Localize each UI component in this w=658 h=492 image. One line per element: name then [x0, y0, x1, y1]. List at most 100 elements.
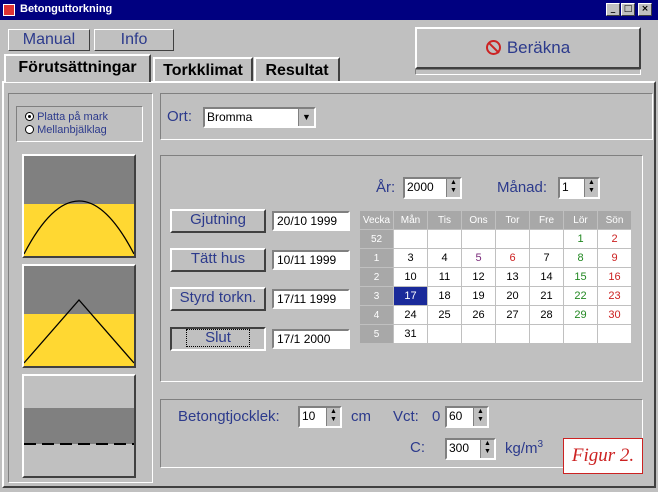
- vct-spin-icon[interactable]: ▲ ▼: [473, 408, 487, 426]
- vct-prefix: 0: [432, 408, 441, 425]
- calendar-day[interactable]: 11: [427, 267, 462, 287]
- moisture-profile-zigzag[interactable]: [22, 264, 136, 368]
- styrd-torkning-date[interactable]: 17/11 1999: [272, 289, 350, 309]
- calendar-day[interactable]: 21: [529, 286, 564, 306]
- calendar-day[interactable]: 1: [563, 229, 598, 249]
- radio-selected-icon: [25, 112, 34, 121]
- moisture-profile-arc[interactable]: [22, 154, 136, 258]
- vct-spinner[interactable]: 60 ▲ ▼: [445, 406, 489, 428]
- week-number: 4: [359, 305, 394, 325]
- thickness-spinner[interactable]: 10 ▲ ▼: [298, 406, 342, 428]
- year-spinner[interactable]: 2000 ▲ ▼: [403, 177, 462, 199]
- calendar-day[interactable]: 19: [461, 286, 496, 306]
- calendar-week-row: 4 24 25 26 27 28 29 30: [359, 305, 632, 325]
- month-label: Månad:: [497, 179, 548, 196]
- tab-resultat[interactable]: Resultat: [254, 57, 340, 83]
- calendar-day[interactable]: 28: [529, 305, 564, 325]
- month-spin-icon[interactable]: ▲ ▼: [584, 179, 598, 197]
- week-number: 1: [359, 248, 394, 268]
- calendar-day[interactable]: 2: [597, 229, 632, 249]
- location-label: Ort:: [167, 108, 192, 125]
- calendar-day[interactable]: 18: [427, 286, 462, 306]
- month-spinner[interactable]: 1 ▲ ▼: [558, 177, 600, 199]
- year-value: 2000: [407, 180, 434, 194]
- c-label: C:: [410, 439, 425, 456]
- c-unit-text: kg/m: [505, 440, 538, 457]
- calendar-day[interactable]: 25: [427, 305, 462, 325]
- location-select[interactable]: Bromma ▼: [203, 107, 316, 128]
- calendar-day[interactable]: 17: [393, 286, 428, 306]
- tab-torkklimat[interactable]: Torkklimat: [153, 57, 253, 83]
- moisture-profile-flat[interactable]: [22, 374, 136, 478]
- vct-label: Vct:: [393, 408, 419, 425]
- calendar-header-cell: Vecka: [359, 210, 394, 230]
- info-button[interactable]: Info: [94, 29, 174, 51]
- floor-option-mellan[interactable]: Mellanbjälklag: [25, 124, 107, 136]
- calendar-day: [529, 229, 564, 249]
- calendar-day[interactable]: 9: [597, 248, 632, 268]
- calendar-week-row: 2 10 11 12 13 14 15 16: [359, 267, 632, 287]
- c-spin-icon[interactable]: ▲ ▼: [480, 440, 494, 458]
- calendar-header-cell: Sön: [597, 210, 632, 230]
- floor-type-group: Platta på mark Mellanbjälklag: [16, 106, 143, 142]
- manual-button[interactable]: Manual: [8, 29, 90, 51]
- floor-option-platta-label: Platta på mark: [37, 111, 108, 123]
- calendar-day[interactable]: 14: [529, 267, 564, 287]
- thickness-value: 10: [302, 409, 316, 423]
- progress-bar: [415, 69, 641, 75]
- calendar-day[interactable]: 31: [393, 324, 428, 344]
- title-bar: Betonguttorkning _ □ ×: [0, 0, 658, 20]
- calendar-day[interactable]: 24: [393, 305, 428, 325]
- floor-option-platta[interactable]: Platta på mark: [25, 111, 108, 123]
- calendar-day[interactable]: 16: [597, 267, 632, 287]
- calendar-day[interactable]: 10: [393, 267, 428, 287]
- calendar-day[interactable]: 12: [461, 267, 496, 287]
- tatt-hus-button[interactable]: Tätt hus: [170, 248, 266, 272]
- berakna-button[interactable]: Beräkna: [415, 27, 641, 69]
- calendar-day[interactable]: 23: [597, 286, 632, 306]
- c-spinner[interactable]: 300 ▲ ▼: [445, 438, 496, 460]
- week-number: 52: [359, 229, 394, 249]
- calendar-day[interactable]: 29: [563, 305, 598, 325]
- styrd-torkning-button[interactable]: Styrd torkn.: [170, 287, 266, 311]
- calendar-day[interactable]: 26: [461, 305, 496, 325]
- dropdown-arrow-icon[interactable]: ▼: [298, 109, 314, 126]
- year-spin-icon[interactable]: ▲ ▼: [446, 179, 460, 197]
- gjutning-date[interactable]: 20/10 1999: [272, 211, 350, 231]
- slut-date[interactable]: 17/1 2000: [272, 329, 350, 349]
- tatt-hus-date[interactable]: 10/11 1999: [272, 250, 350, 270]
- calendar: Vecka Mån Tis Ons Tor Fre Lör Sön 52 1 2 1 3 4 5 6 7 8 9 2…: [359, 210, 632, 344]
- year-label: År:: [376, 179, 396, 196]
- calendar-day[interactable]: 7: [529, 248, 564, 268]
- slut-button[interactable]: Slut: [170, 327, 266, 351]
- calendar-day[interactable]: 30: [597, 305, 632, 325]
- calendar-day[interactable]: 22: [563, 286, 598, 306]
- close-button[interactable]: ×: [638, 3, 652, 16]
- calendar-day[interactable]: 13: [495, 267, 530, 287]
- calendar-day[interactable]: 15: [563, 267, 598, 287]
- tab-forutsattningar[interactable]: Förutsättningar: [4, 54, 151, 82]
- calendar-day: [597, 324, 632, 344]
- calendar-day[interactable]: 8: [563, 248, 598, 268]
- calendar-day: [461, 324, 496, 344]
- calendar-day[interactable]: 20: [495, 286, 530, 306]
- calendar-header-cell: Tor: [495, 210, 530, 230]
- calendar-day[interactable]: 3: [393, 248, 428, 268]
- thickness-spin-icon[interactable]: ▲ ▼: [326, 408, 340, 426]
- calendar-header-cell: Mån: [393, 210, 428, 230]
- c-value: 300: [449, 441, 470, 455]
- gjutning-button[interactable]: Gjutning: [170, 209, 266, 233]
- calendar-day[interactable]: 6: [495, 248, 530, 268]
- vct-value: 60: [449, 409, 463, 423]
- calendar-day[interactable]: 27: [495, 305, 530, 325]
- maximize-button[interactable]: □: [621, 3, 635, 16]
- calendar-day[interactable]: 4: [427, 248, 462, 268]
- slut-label: Slut: [186, 329, 250, 347]
- minimize-button[interactable]: _: [606, 3, 620, 16]
- c-unit: kg/m3: [505, 439, 543, 457]
- calendar-day: [495, 324, 530, 344]
- week-number: 5: [359, 324, 394, 344]
- calendar-day: [427, 229, 462, 249]
- zigzag-profile-icon: [24, 266, 134, 366]
- calendar-day[interactable]: 5: [461, 248, 496, 268]
